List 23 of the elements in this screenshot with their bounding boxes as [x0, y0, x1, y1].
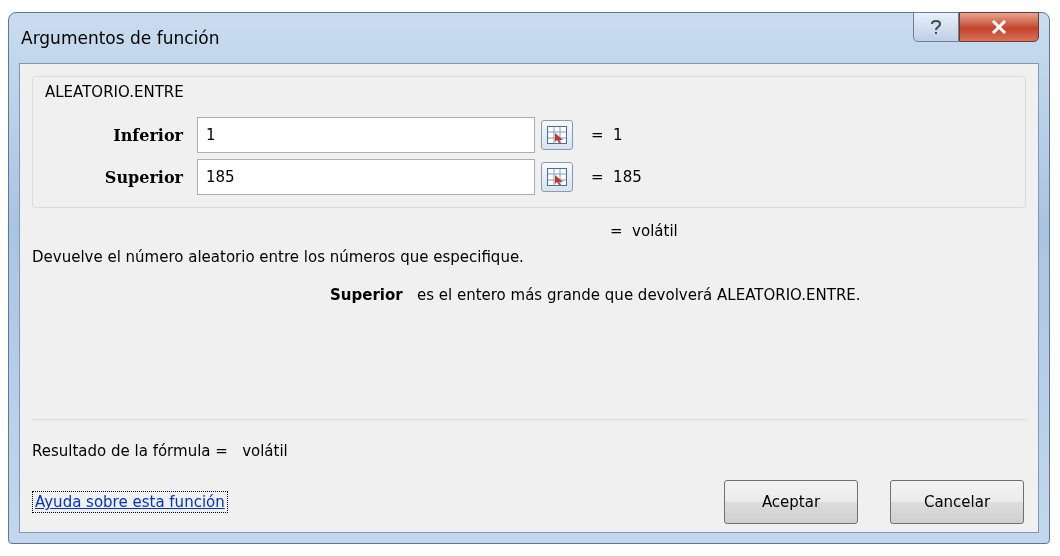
help-button[interactable]: [913, 12, 959, 42]
help-icon: [930, 19, 942, 35]
argument-result: = 1: [591, 126, 623, 144]
range-select-icon: [547, 168, 567, 186]
argument-field[interactable]: 1: [197, 117, 535, 153]
argument-label: Superior: [103, 167, 184, 187]
cancel-button[interactable]: Cancelar: [890, 480, 1024, 524]
window-title: Argumentos de función: [21, 28, 220, 48]
formula-result: Resultado de la fórmula = volátil: [32, 442, 289, 460]
help-link[interactable]: Ayuda sobre esta función: [32, 491, 228, 513]
function-result: = volátil: [610, 222, 679, 240]
argument-label: Inferior: [112, 125, 184, 145]
ok-button[interactable]: Aceptar: [724, 480, 858, 524]
close-button[interactable]: [959, 12, 1039, 42]
range-select-button[interactable]: [541, 120, 573, 150]
range-select-button[interactable]: [541, 162, 573, 192]
argument-field[interactable]: 185: [197, 159, 535, 195]
close-icon: [991, 20, 1007, 34]
function-name: ALEATORIO.ENTRE: [45, 83, 185, 101]
function-description: Devuelve el número aleatorio entre los números que especifique.: [32, 248, 525, 266]
argument-help: Superior es el entero más grande que devolverá ALEATORIO.ENTRE.: [330, 286, 862, 304]
argument-result: = 185: [591, 168, 642, 186]
range-select-icon: [547, 126, 567, 144]
